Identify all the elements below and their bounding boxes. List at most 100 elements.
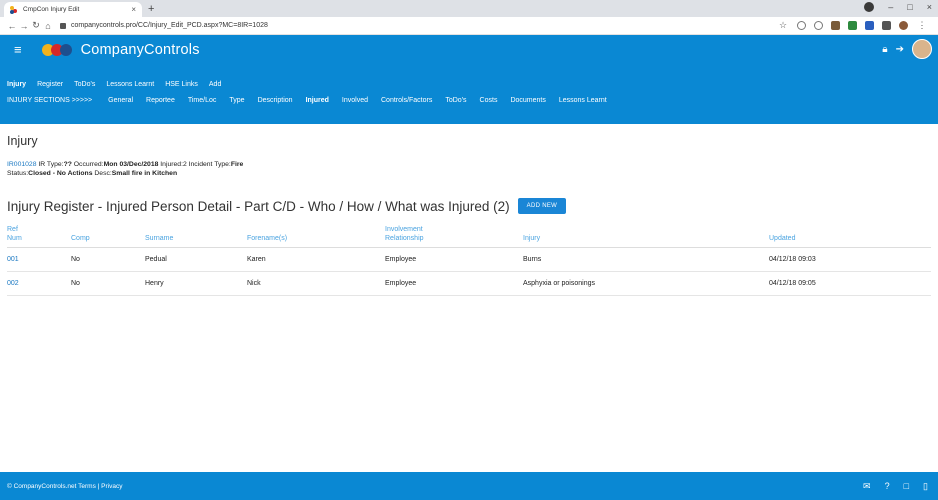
section-tab-lessons-learnt[interactable]: Lessons Learnt	[559, 97, 607, 104]
lock-icon[interactable]: 🔒︎	[882, 44, 887, 55]
section-title: Injury Register - Injured Person Detail …	[7, 198, 510, 214]
reload-icon[interactable]: ↻	[30, 20, 42, 31]
cell-comp: No	[71, 271, 145, 296]
company-logo[interactable]	[41, 43, 72, 56]
page-title: Injury	[7, 134, 38, 148]
column-header-injury[interactable]: Injury	[523, 226, 769, 248]
section-tab-type[interactable]: Type	[229, 97, 244, 104]
feedback-icon[interactable]: ✉	[863, 481, 871, 492]
profile-avatar-icon[interactable]	[899, 21, 908, 30]
incident-type-label: Incident Type:	[188, 161, 231, 168]
injured-value: 2	[182, 161, 187, 168]
section-tab-documents[interactable]: Documents	[510, 97, 545, 104]
status-label: Status:	[7, 170, 29, 177]
logout-icon[interactable]: ➔	[896, 44, 904, 55]
cell-surname: Henry	[145, 271, 247, 296]
ref-num-link[interactable]: 001	[7, 247, 71, 272]
header-line: Involvement	[385, 226, 423, 233]
section-tab-injured[interactable]: Injured	[306, 97, 329, 104]
chat-icon[interactable]: □	[904, 481, 909, 492]
header-line: Forename(s)	[247, 234, 288, 242]
column-header-ref-num[interactable]: Ref Num	[7, 226, 71, 248]
new-tab-button[interactable]: +	[148, 3, 154, 15]
puzzle-icon[interactable]	[882, 21, 891, 30]
app-footer: © CompanyControls.net Terms | Privacy ✉ …	[0, 472, 938, 500]
close-window-button[interactable]: ×	[927, 2, 932, 12]
brand-name[interactable]: CompanyControls	[81, 42, 200, 58]
header-line: Updated	[769, 234, 796, 242]
menu-item-lessons-learnt[interactable]: Lessons Learnt	[106, 81, 154, 88]
injured-persons-table: Ref Num Comp Surname Forename(s) Involvem…	[7, 226, 931, 296]
user-avatar[interactable]	[912, 39, 932, 59]
cell-relationship: Employee	[385, 271, 523, 296]
extension-icon[interactable]	[831, 21, 840, 30]
favicon-icon	[10, 5, 18, 14]
section-tab-reportee[interactable]: Reportee	[146, 97, 175, 104]
column-header-surname[interactable]: Surname	[145, 226, 247, 248]
menu-item-register[interactable]: Register	[37, 81, 63, 88]
footer-text[interactable]: © CompanyControls.net Terms | Privacy	[7, 483, 122, 490]
url-field[interactable]: companycontrols.pro/CC/Injury_Edit_PCD.a…	[60, 22, 777, 29]
tab-title: CmpCon Injury Edit	[23, 6, 80, 13]
incident-ref-link[interactable]: IR001028	[7, 161, 36, 168]
section-tab-todos[interactable]: ToDo's	[445, 97, 466, 104]
tab-close-icon[interactable]: ×	[131, 5, 136, 14]
mobile-icon[interactable]: ▯	[923, 481, 928, 492]
footer-icons: ✉ ? □ ▯	[863, 481, 928, 492]
browser-tab[interactable]: CmpCon Injury Edit ×	[4, 2, 142, 17]
desc-label: Desc:	[94, 170, 112, 177]
section-tab-costs[interactable]: Costs	[480, 97, 498, 104]
cell-relationship: Employee	[385, 247, 523, 272]
bookmark-star-icon[interactable]: ☆	[777, 20, 789, 31]
forward-arrow-icon[interactable]: →	[18, 21, 30, 31]
window-controls: – □ ×	[864, 2, 932, 12]
extension-icon[interactable]	[797, 21, 806, 30]
ref-num-link[interactable]: 002	[7, 271, 71, 296]
sections-label: INJURY SECTIONS >>>>>	[7, 96, 93, 104]
app-header: ≡ CompanyControls 🔒︎ ➔ Injury Register T…	[0, 35, 938, 124]
help-icon[interactable]: ?	[885, 481, 890, 492]
minimize-button[interactable]: –	[888, 2, 893, 12]
table-header-row: Ref Num Comp Surname Forename(s) Involvem…	[7, 226, 931, 248]
cell-updated: 04/12/18 09:03	[769, 247, 931, 272]
extension-icon[interactable]	[848, 21, 857, 30]
header-line: Surname	[145, 234, 174, 242]
column-header-forenames[interactable]: Forename(s)	[247, 226, 385, 248]
table-row[interactable]: 002 No Henry Nick Employee Asphyxia or p…	[7, 271, 931, 296]
occurred-label: Occurred:	[73, 161, 104, 168]
browser-tab-strip: CmpCon Injury Edit × + – □ ×	[0, 0, 938, 17]
header-line: Ref	[7, 226, 18, 233]
extension-icon[interactable]	[814, 21, 823, 30]
hamburger-menu-icon[interactable]: ≡	[14, 42, 22, 57]
menu-item-hse-links[interactable]: HSE Links	[165, 81, 198, 88]
sections-menu: INJURY SECTIONS >>>>> General Reportee T…	[0, 92, 938, 108]
column-header-comp[interactable]: Comp	[71, 226, 145, 248]
main-menu: Injury Register ToDo's Lessons Learnt HS…	[0, 76, 938, 92]
cell-forename: Nick	[247, 271, 385, 296]
menu-item-add[interactable]: Add	[209, 81, 221, 88]
section-tab-general[interactable]: General	[108, 97, 133, 104]
header-icons: 🔒︎ ➔	[882, 39, 932, 59]
column-header-involvement-relationship[interactable]: Involvement Relationship	[385, 226, 523, 248]
menu-item-injury[interactable]: Injury	[7, 81, 26, 88]
back-arrow-icon[interactable]: ←	[6, 21, 18, 31]
header-line: Relationship	[385, 234, 424, 242]
add-new-button[interactable]: ADD NEW	[517, 198, 567, 214]
extension-icon[interactable]	[865, 21, 874, 30]
section-tab-time-loc[interactable]: Time/Loc	[188, 97, 217, 104]
maximize-button[interactable]: □	[907, 2, 912, 12]
section-tab-involved[interactable]: Involved	[342, 97, 368, 104]
home-icon[interactable]: ⌂	[42, 21, 54, 31]
browser-profile-icon[interactable]	[864, 2, 875, 12]
section-tab-description[interactable]: Description	[258, 97, 293, 104]
incident-type-value: Fire	[230, 161, 244, 168]
desc-value: Small fire in Kitchen	[111, 170, 178, 177]
menu-item-todos[interactable]: ToDo's	[74, 81, 95, 88]
table-row[interactable]: 001 No Pedual Karen Employee Burns 04/12…	[7, 247, 931, 272]
section-tab-controls-factors[interactable]: Controls/Factors	[381, 97, 432, 104]
cell-forename: Karen	[247, 247, 385, 272]
more-menu-icon[interactable]: ⋮	[916, 20, 928, 31]
ir-type-value: ??	[63, 161, 72, 168]
column-header-updated[interactable]: Updated	[769, 226, 931, 248]
injured-label: Injured:	[160, 161, 183, 168]
